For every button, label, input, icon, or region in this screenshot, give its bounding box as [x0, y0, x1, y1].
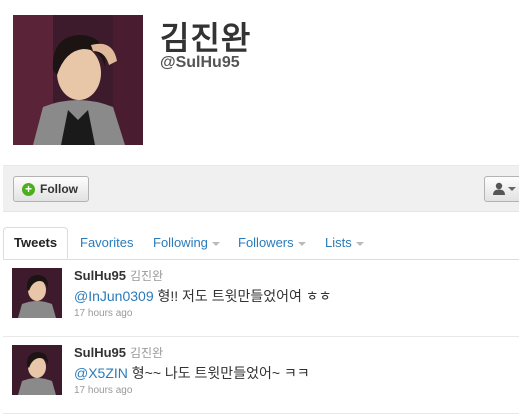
chevron-down-icon: [297, 241, 306, 246]
person-icon: [493, 182, 505, 195]
mention-link[interactable]: @InJun0309: [74, 288, 154, 304]
chevron-down-icon: [211, 241, 220, 246]
tweet-avatar[interactable]: [12, 345, 62, 395]
tab-label: Followers: [238, 235, 294, 250]
tweet-fullname: 김진완: [130, 269, 164, 283]
tweet-header: SulHu95 김진완: [74, 267, 163, 284]
action-bar: + Follow: [3, 165, 519, 212]
tab-label: Tweets: [14, 235, 58, 250]
tweet-text: @X5ZIN 형~~ 나도 트윗만들었어~ ㅋㅋ: [74, 363, 310, 383]
follow-button[interactable]: + Follow: [13, 176, 89, 202]
tweet-text: @InJun0309 형!! 저도 트윗만들었어여 ㅎㅎ: [74, 286, 332, 306]
profile-avatar-image: [13, 15, 143, 145]
tweet-avatar-image: [12, 268, 62, 318]
tweet-body: 형!! 저도 트윗만들었어여 ㅎㅎ: [153, 288, 332, 304]
tweet-timestamp[interactable]: 17 hours ago: [74, 385, 132, 396]
chevron-down-icon: [508, 187, 516, 191]
plus-circle-icon: +: [22, 182, 35, 196]
tweet-item: SulHu95 김진완 @X5ZIN 형~~ 나도 트윗만들었어~ ㅋㅋ 17 h…: [3, 337, 519, 414]
profile-handle: @SulHu95: [160, 54, 240, 71]
tweet-item: SulHu95 김진완 @InJun0309 형!! 저도 트윗만들었어여 ㅎㅎ …: [3, 260, 519, 337]
tweet-body: 형~~ 나도 트윗만들었어~ ㅋㅋ: [127, 365, 310, 381]
profile-tabs: Tweets Favorites Following Followers Lis…: [3, 227, 519, 260]
tweet-username[interactable]: SulHu95: [74, 345, 126, 360]
profile-avatar[interactable]: [13, 15, 143, 145]
tab-favorites[interactable]: Favorites: [80, 227, 133, 259]
tweet-avatar[interactable]: [12, 268, 62, 318]
mention-link[interactable]: @X5ZIN: [74, 365, 128, 381]
tab-label: Following: [153, 235, 208, 250]
tweet-username[interactable]: SulHu95: [74, 268, 126, 283]
user-actions-menu-button[interactable]: [484, 176, 519, 202]
tab-tweets[interactable]: Tweets: [3, 227, 69, 259]
tab-following[interactable]: Following: [153, 227, 220, 259]
tweet-timestamp[interactable]: 17 hours ago: [74, 308, 132, 319]
tab-followers[interactable]: Followers: [238, 227, 306, 259]
profile-name: 김진완: [160, 20, 252, 56]
tweet-header: SulHu95 김진완: [74, 344, 163, 361]
chevron-down-icon: [355, 241, 364, 246]
tweet-fullname: 김진완: [130, 346, 164, 360]
tab-label: Favorites: [80, 235, 134, 250]
tab-label: Lists: [325, 235, 352, 250]
tab-lists[interactable]: Lists: [325, 227, 364, 259]
follow-button-label: Follow: [40, 182, 78, 196]
tweet-avatar-image: [12, 345, 62, 395]
